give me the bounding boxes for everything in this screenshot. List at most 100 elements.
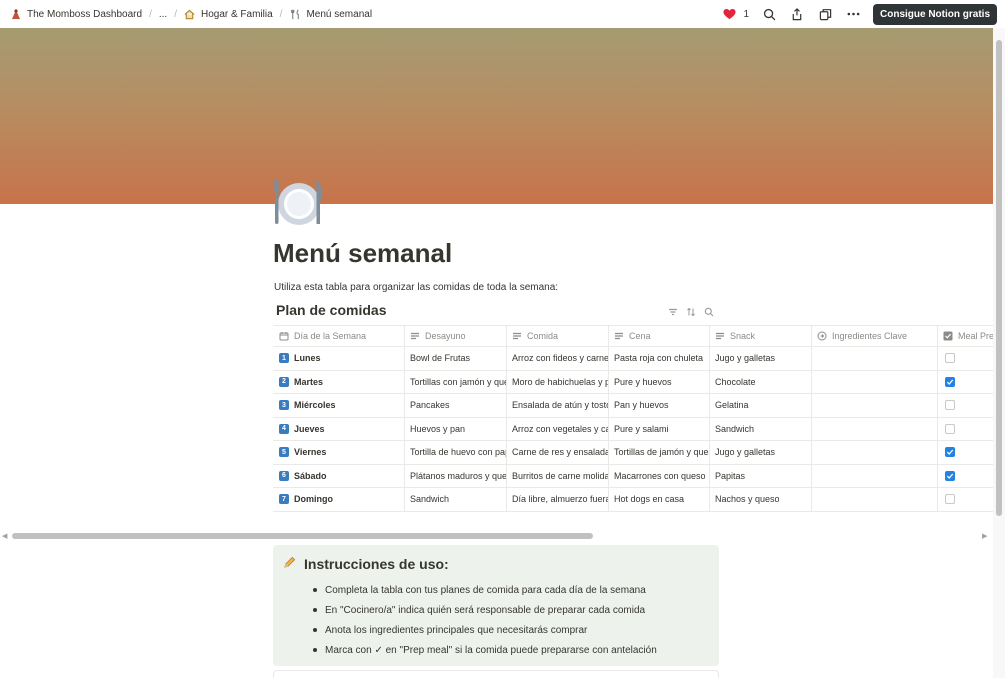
- day-title: 3 Miércoles: [279, 400, 336, 411]
- cell-desayuno[interactable]: Sandwich: [405, 488, 507, 511]
- cell-meal-prep[interactable]: [938, 347, 993, 370]
- cell-meal-prep[interactable]: [938, 488, 993, 511]
- table-row[interactable]: 6 Sábado Plátanos maduros y ques Burritos d…: [273, 464, 993, 488]
- day-title: 7 Domingo: [279, 494, 333, 505]
- cell-desayuno[interactable]: Tortilla de huevo con pap: [405, 441, 507, 464]
- cell-comida[interactable]: Burritos de carne molida: [507, 464, 609, 487]
- top-bar: The Momboss Dashboard / ... / Hogar & Fa…: [0, 0, 1005, 28]
- cell-desayuno[interactable]: Tortillas con jamón y ques: [405, 370, 507, 393]
- vertical-scrollbar-thumb[interactable]: [996, 40, 1002, 516]
- column-header-ingredientes[interactable]: Ingredientes Clave: [812, 326, 938, 346]
- cell-cena[interactable]: Pan y huevos: [609, 394, 710, 417]
- list-item-text: Anota los ingredientes principales que n…: [325, 624, 588, 636]
- cell-ingredientes[interactable]: [812, 347, 938, 370]
- meal-prep-checkbox[interactable]: [945, 447, 955, 458]
- table-row[interactable]: 2 Martes Tortillas con jamón y ques Moro de…: [273, 370, 993, 394]
- cell-cena[interactable]: Hot dogs en casa: [609, 488, 710, 511]
- breadcrumb-item-hogar[interactable]: Hogar & Familia: [184, 8, 273, 20]
- cell-cena[interactable]: Pure y huevos: [609, 370, 710, 393]
- scroll-right-arrow-icon[interactable]: ▶: [982, 532, 987, 540]
- meal-prep-checkbox[interactable]: [945, 423, 955, 434]
- search-icon[interactable]: [761, 6, 777, 22]
- table-row[interactable]: 3 Miércoles Pancakes Ensalada de atún y tos…: [273, 394, 993, 418]
- sort-icon[interactable]: [686, 304, 696, 322]
- calendar-icon: [279, 331, 289, 341]
- cell-meal-prep[interactable]: [938, 394, 993, 417]
- share-icon[interactable]: [789, 6, 805, 22]
- cell-snack[interactable]: Gelatina: [710, 394, 812, 417]
- list-item: En "Cocinero/a" indica quién será respon…: [313, 600, 709, 620]
- table-row[interactable]: 1 Lunes Bowl de Frutas Arroz con fideos y c…: [273, 347, 993, 371]
- cell-day[interactable]: 6 Sábado: [273, 464, 405, 487]
- horizontal-scrollbar[interactable]: ◀ ▶: [0, 530, 993, 542]
- cell-day[interactable]: 2 Martes: [273, 370, 405, 393]
- cell-day[interactable]: 7 Domingo: [273, 488, 405, 511]
- cell-snack[interactable]: Papitas: [710, 464, 812, 487]
- cell-meal-prep[interactable]: [938, 465, 993, 488]
- cell-ingredientes[interactable]: [812, 488, 938, 511]
- list-item-text: En "Cocinero/a" indica quién será respon…: [325, 604, 646, 616]
- database-title[interactable]: Plan de comidas: [276, 302, 386, 318]
- cell-desayuno[interactable]: Huevos y pan: [405, 417, 507, 440]
- cell-ingredientes[interactable]: [812, 394, 938, 417]
- bullet-icon: [313, 588, 317, 592]
- more-options-icon[interactable]: [845, 6, 861, 22]
- column-header-snack[interactable]: Snack: [710, 326, 812, 346]
- column-header-comida[interactable]: Comida: [507, 326, 609, 346]
- meal-prep-checkbox[interactable]: [945, 470, 955, 481]
- table-row[interactable]: 5 Viernes Tortilla de huevo con pap Carne d…: [273, 441, 993, 465]
- duplicate-icon[interactable]: [817, 6, 833, 22]
- cell-desayuno[interactable]: Plátanos maduros y ques: [405, 464, 507, 487]
- vertical-scrollbar[interactable]: [993, 28, 1005, 678]
- cell-ingredientes[interactable]: [812, 441, 938, 464]
- like-button[interactable]: 1: [721, 6, 749, 22]
- cell-snack[interactable]: Jugo y galletas: [710, 441, 812, 464]
- cell-snack[interactable]: Chocolate: [710, 370, 812, 393]
- cell-comida[interactable]: Carne de res y ensalada: [507, 441, 609, 464]
- cell-snack[interactable]: Nachos y queso: [710, 488, 812, 511]
- cell-comida[interactable]: Moro de habichuelas y po: [507, 370, 609, 393]
- breadcrumb-item-workspace[interactable]: The Momboss Dashboard: [10, 8, 142, 20]
- breadcrumb-item-ellipsis[interactable]: ...: [159, 9, 167, 20]
- column-header-dia[interactable]: Día de la Semana: [273, 326, 405, 346]
- cell-ingredientes[interactable]: [812, 464, 938, 487]
- cell-comida[interactable]: Día libre, almuerzo fuera: [507, 488, 609, 511]
- column-header-cena[interactable]: Cena: [609, 326, 710, 346]
- cell-ingredientes[interactable]: [812, 417, 938, 440]
- cell-day[interactable]: 5 Viernes: [273, 441, 405, 464]
- column-header-meal-prep[interactable]: Meal Pre: [938, 326, 993, 346]
- cell-day[interactable]: 1 Lunes: [273, 347, 405, 370]
- cell-cena[interactable]: Macarrones con queso: [609, 464, 710, 487]
- cell-day[interactable]: 4 Jueves: [273, 417, 405, 440]
- table-row[interactable]: 4 Jueves Huevos y pan Arroz con vegetales y…: [273, 417, 993, 441]
- cell-meal-prep[interactable]: [938, 371, 993, 394]
- filter-icon[interactable]: [668, 304, 678, 322]
- cell-desayuno[interactable]: Bowl de Frutas: [405, 347, 507, 370]
- table-row[interactable]: 7 Domingo Sandwich Día libre, almuerzo fuer…: [273, 488, 993, 512]
- cell-day[interactable]: 3 Miércoles: [273, 394, 405, 417]
- column-header-desayuno[interactable]: Desayuno: [405, 326, 507, 346]
- cell-comida[interactable]: Ensalada de atún y tostor: [507, 394, 609, 417]
- cell-cena[interactable]: Pasta roja con chuleta: [609, 347, 710, 370]
- get-notion-free-button[interactable]: Consigue Notion gratis: [873, 3, 997, 25]
- text-property-icon: [715, 331, 725, 341]
- cell-comida[interactable]: Arroz con vegetales y car: [507, 417, 609, 440]
- cell-snack[interactable]: Sandwich: [710, 417, 812, 440]
- breadcrumb-item-menu[interactable]: Menú semanal: [289, 8, 372, 20]
- horizontal-scrollbar-thumb[interactable]: [12, 533, 593, 539]
- cell-snack[interactable]: Jugo y galletas: [710, 347, 812, 370]
- meal-prep-checkbox[interactable]: [945, 494, 955, 505]
- cell-cena[interactable]: Pure y salami: [609, 417, 710, 440]
- column-label: Comida: [527, 331, 559, 341]
- cell-ingredientes[interactable]: [812, 370, 938, 393]
- search-icon[interactable]: [704, 304, 714, 322]
- cell-cena[interactable]: Tortillas de jamón y ques: [609, 441, 710, 464]
- meal-prep-checkbox[interactable]: [945, 353, 955, 364]
- scroll-left-arrow-icon[interactable]: ◀: [2, 532, 7, 540]
- cell-meal-prep[interactable]: [938, 418, 993, 441]
- cell-meal-prep[interactable]: [938, 441, 993, 464]
- cell-desayuno[interactable]: Pancakes: [405, 394, 507, 417]
- cell-comida[interactable]: Arroz con fideos y carne g: [507, 347, 609, 370]
- meal-prep-checkbox[interactable]: [945, 376, 955, 387]
- meal-prep-checkbox[interactable]: [945, 400, 955, 411]
